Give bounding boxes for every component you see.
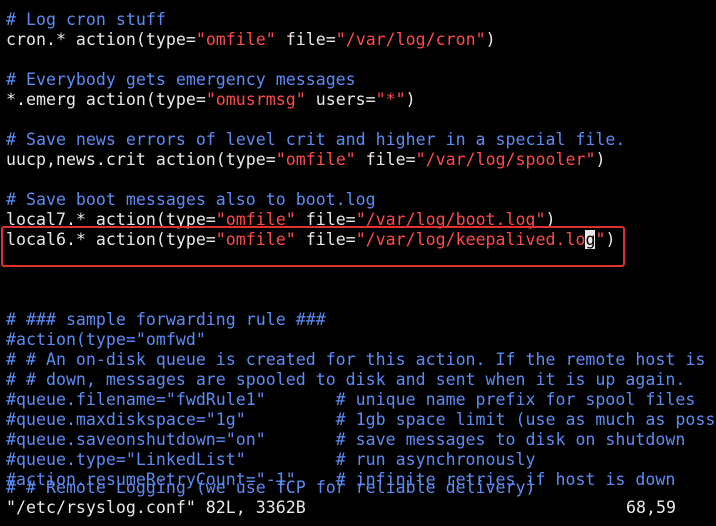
comment-token: # Log cron stuff bbox=[6, 10, 166, 29]
code-line[interactable]: #action(type="omfwd" bbox=[6, 330, 716, 350]
code-line[interactable]: # Save boot messages also to boot.log bbox=[6, 190, 716, 210]
code-line[interactable]: # # An on-disk queue is created for this… bbox=[6, 350, 716, 370]
code-line[interactable]: # Everybody gets emergency messages bbox=[6, 70, 716, 90]
code-line[interactable]: # # Remote Logging (we use TCP for relia… bbox=[6, 478, 716, 498]
code-token: *.emerg action(type= bbox=[6, 90, 206, 109]
code-token: ) bbox=[595, 150, 606, 169]
comment-token: #queue.filename="fwdRule1" # unique name… bbox=[6, 390, 696, 409]
comment-token: # # An on-disk queue is created for this… bbox=[6, 350, 706, 369]
comment-token: # ### sample forwarding rule ### bbox=[6, 310, 326, 329]
code-token: users= bbox=[305, 90, 376, 109]
code-line[interactable]: # Log cron stuff bbox=[6, 10, 716, 30]
comment-token: # # down, messages are spooled to disk a… bbox=[6, 370, 686, 389]
string-token: "omfile" bbox=[275, 150, 356, 169]
comment-token: # # Remote Logging (we use TCP for relia… bbox=[6, 478, 536, 497]
code-token: ) bbox=[405, 90, 416, 109]
string-token: "omusrmsg" bbox=[205, 90, 306, 109]
code-token: cron.* action(type= bbox=[6, 30, 196, 49]
code-line[interactable]: # # down, messages are spooled to disk a… bbox=[6, 370, 716, 390]
code-line[interactable] bbox=[6, 50, 716, 70]
code-line[interactable] bbox=[6, 170, 716, 190]
status-cursor-position: 68,59 bbox=[626, 498, 676, 517]
highlight-annotation-box bbox=[1, 226, 625, 267]
code-token: file= bbox=[275, 30, 336, 49]
code-line[interactable]: uucp,news.crit action(type="omfile" file… bbox=[6, 150, 716, 170]
code-token: uucp,news.crit action(type= bbox=[6, 150, 276, 169]
status-file-info: "/etc/rsyslog.conf" 82L, 3362B bbox=[6, 498, 306, 517]
string-token: "omfile" bbox=[195, 30, 276, 49]
code-line[interactable] bbox=[6, 270, 716, 290]
string-token: "/var/log/cron" bbox=[335, 30, 486, 49]
code-line[interactable]: # Save news errors of level crit and hig… bbox=[6, 130, 716, 150]
string-token: "/var/log/spooler" bbox=[415, 150, 596, 169]
code-line[interactable]: #queue.saveonshutdown="on" # save messag… bbox=[6, 430, 716, 450]
comment-token: # Save news errors of level crit and hig… bbox=[6, 130, 626, 149]
code-line[interactable] bbox=[6, 110, 716, 130]
code-line[interactable]: cron.* action(type="omfile" file="/var/l… bbox=[6, 30, 716, 50]
code-line[interactable]: # ### sample forwarding rule ### bbox=[6, 310, 716, 330]
comment-token: # Everybody gets emergency messages bbox=[6, 70, 356, 89]
code-line[interactable] bbox=[6, 290, 716, 310]
comment-token: #queue.maxdiskspace="1g" # 1gb space lim… bbox=[6, 410, 716, 429]
comment-token: #action(type="omfwd" bbox=[6, 330, 206, 349]
comment-token: #queue.saveonshutdown="on" # save messag… bbox=[6, 430, 686, 449]
code-line[interactable]: #queue.type="LinkedList" # run asynchron… bbox=[6, 450, 716, 470]
code-token: file= bbox=[355, 150, 416, 169]
comment-token: # Save boot messages also to boot.log bbox=[6, 190, 376, 209]
code-line[interactable]: *.emerg action(type="omusrmsg" users="*"… bbox=[6, 90, 716, 110]
terminal-window[interactable]: # Log cron stuff cron.* action(type="omfi… bbox=[0, 0, 716, 526]
comment-token: #queue.type="LinkedList" # run asynchron… bbox=[6, 450, 536, 469]
code-token: ) bbox=[485, 30, 496, 49]
code-line[interactable]: #queue.filename="fwdRule1" # unique name… bbox=[6, 390, 716, 410]
string-token: "*" bbox=[375, 90, 406, 109]
code-line[interactable]: #queue.maxdiskspace="1g" # 1gb space lim… bbox=[6, 410, 716, 430]
